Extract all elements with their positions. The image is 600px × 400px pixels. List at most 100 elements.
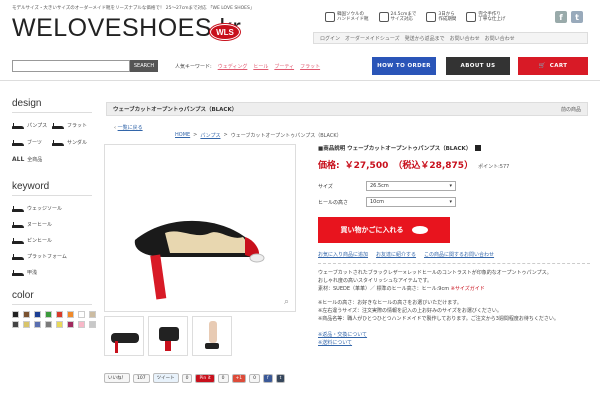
plusone-button[interactable]: +1 — [231, 373, 247, 383]
shoe-icon — [378, 12, 389, 23]
returns-link[interactable]: ※返品・交換について — [318, 331, 590, 339]
nav-ordermade[interactable]: オーダーメイドシューズ — [345, 35, 400, 42]
note-2: ※左右違うサイズ：注文実際の情報を記入の上お好みのサイズをお選びください。 — [318, 308, 502, 314]
nav-contact[interactable]: お問い合わせ — [450, 35, 480, 42]
breadcrumb-current: ウェーブカットオープントゥパンプス（BLACK） — [230, 133, 342, 139]
feature-handmade: 韓国ソウルの ハンドメイド靴 — [325, 12, 369, 23]
keyword-heel[interactable]: ヒール — [253, 63, 268, 70]
add-favorite-link[interactable]: お気に入り商品に追加 — [318, 251, 368, 258]
top-nav: ログイン オーダーメイドシューズ 発送から返品まで お問い合わせ お問い合わせ — [313, 32, 588, 44]
keyword-wedge[interactable]: ウェッジソール — [12, 204, 92, 212]
color-swatch[interactable] — [78, 321, 85, 328]
keyword-wedding[interactable]: ウェディング — [218, 63, 248, 70]
keyword-title: keyword — [12, 181, 50, 192]
back-to-list[interactable]: ‹ 一覧に戻る — [114, 124, 143, 131]
color-swatch[interactable] — [23, 311, 30, 318]
product-info: ■商品説明 ウェーブカットオープントゥパンプス（BLACK） 価格: ￥27,5… — [318, 144, 590, 347]
feature-text: 24.5cmまで サイズ対応 — [390, 12, 417, 23]
add-to-cart-button[interactable]: 買い物かごに入れる — [318, 217, 450, 243]
color-swatch[interactable] — [45, 311, 52, 318]
design-label: フラット — [67, 122, 88, 129]
color-swatch[interactable] — [45, 321, 52, 328]
color-swatches — [12, 311, 96, 328]
prev-product-link[interactable]: 前の商品 — [561, 106, 581, 113]
color-title: color — [12, 290, 34, 301]
keyword-shallow[interactable]: 甲浅 — [12, 268, 92, 276]
facebook-share-icon[interactable]: f — [263, 373, 273, 383]
all-label: ALL — [12, 156, 25, 163]
thumbnail-strip — [104, 316, 232, 356]
color-swatch[interactable] — [56, 311, 63, 318]
keyword-pinheel[interactable]: ピンヒール — [12, 236, 92, 244]
tumblr-icon[interactable]: t — [275, 373, 286, 383]
shipping-fee-link[interactable]: ※送料について — [318, 339, 590, 347]
keyword-nuheel[interactable]: ヌーヒール — [12, 220, 92, 228]
design-pumps[interactable]: パンプス — [12, 121, 52, 129]
tweet-button[interactable]: ツイート — [152, 373, 179, 383]
color-swatch[interactable] — [67, 311, 74, 318]
design-sandal[interactable]: サンダル — [52, 138, 92, 146]
color-swatch[interactable] — [23, 321, 30, 328]
keyword-bootie[interactable]: ブーティ — [274, 63, 294, 70]
site-logo[interactable]: WELOVESHOES.kr — [12, 14, 241, 43]
color-swatch[interactable] — [34, 311, 41, 318]
keyword-item-label: ウェッジソール — [27, 205, 63, 212]
cart-button[interactable]: 🛒 CART — [518, 57, 588, 75]
design-label: ブーツ — [27, 139, 42, 146]
color-swatch[interactable] — [67, 321, 74, 328]
nav-shipping[interactable]: 発送から返品まで — [405, 35, 445, 42]
design-flat[interactable]: フラット — [52, 121, 92, 129]
breadcrumb-category[interactable]: パンプス — [200, 132, 220, 139]
points: ポイント:577 — [478, 164, 510, 170]
size-select[interactable]: 26.5cm ▾ — [366, 181, 456, 191]
divider — [318, 263, 590, 264]
color-swatch[interactable] — [12, 321, 19, 328]
product-description: ウェーブカットされたブラックレザー×レッドヒールのコントラストが印象的なオープン… — [318, 269, 590, 293]
thumbnail-2[interactable] — [148, 316, 188, 356]
color-swatch[interactable] — [89, 311, 96, 318]
design-all[interactable]: ALL 全商品 — [12, 156, 92, 163]
pin-button[interactable]: Pin it — [195, 373, 215, 383]
heel-value: 10cm — [370, 199, 384, 205]
add-to-cart-label: 買い物かごに入れる — [340, 226, 404, 234]
design-label: サンダル — [67, 139, 88, 146]
keyword-flat[interactable]: フラット — [300, 63, 320, 70]
sidebar: design パンプス フラット ブーツ サンダル ALL 全商品 keyword… — [12, 98, 96, 328]
search-input[interactable] — [12, 60, 130, 72]
nav-login[interactable]: ログイン — [320, 35, 340, 42]
nav-inquiry[interactable]: お問い合わせ — [485, 35, 515, 42]
like-count: 107 — [133, 373, 150, 383]
chevron-down-icon: ▾ — [449, 183, 452, 189]
heel-label: ヒールの高さ — [318, 199, 349, 206]
about-us-button[interactable]: ABOUT US — [446, 57, 510, 75]
size-guide-link[interactable]: ※サイズガイド — [451, 286, 485, 292]
color-swatch[interactable] — [34, 321, 41, 328]
thumbnail-3[interactable] — [192, 316, 232, 356]
lips-icon — [411, 226, 428, 234]
zoom-icon[interactable]: ⌕ — [284, 297, 289, 307]
color-swatch[interactable] — [56, 321, 63, 328]
like-button[interactable]: いいね！ — [104, 373, 130, 383]
breadcrumb-home[interactable]: HOME — [175, 132, 190, 139]
design-boots[interactable]: ブーツ — [12, 138, 52, 146]
facebook-icon[interactable]: f — [555, 11, 567, 23]
product-image[interactable]: ⌕ — [104, 144, 296, 312]
header-divider — [0, 80, 600, 81]
tell-friend-link[interactable]: お友達に紹介する — [376, 251, 416, 258]
how-to-order-button[interactable]: HOW TO ORDER — [372, 57, 436, 75]
all-text: 全商品 — [27, 157, 43, 163]
desc-line-2: おしゃれ度の高いスタイリッシュなアイテムです。 — [318, 278, 433, 284]
search-button[interactable]: SEARCH — [130, 60, 158, 72]
keyword-platform[interactable]: プラットフォーム — [12, 252, 92, 260]
keyword-item-label: ヌーヒール — [27, 221, 53, 228]
twitter-icon[interactable]: t — [571, 11, 583, 23]
color-swatch[interactable] — [89, 321, 96, 328]
product-inquiry-link[interactable]: この商品に関するお問い合わせ — [424, 251, 494, 258]
divider — [12, 195, 92, 196]
thumbnail-1[interactable] — [104, 316, 144, 356]
color-swatch[interactable] — [78, 311, 85, 318]
heel-select[interactable]: 10cm ▾ — [366, 197, 456, 207]
color-swatch[interactable] — [12, 311, 19, 318]
calendar-icon — [426, 12, 437, 23]
chevron-down-icon: ▾ — [449, 199, 452, 205]
